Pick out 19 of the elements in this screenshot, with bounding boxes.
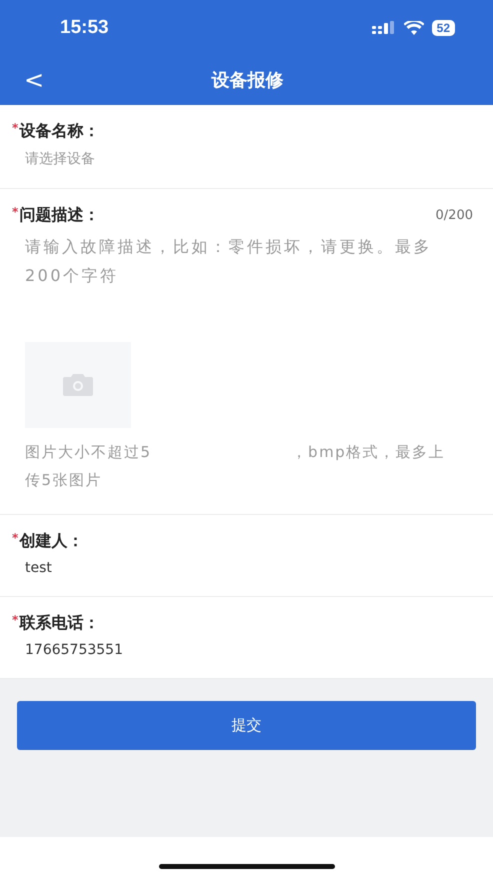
submit-button[interactable]: 提交 bbox=[17, 701, 476, 750]
photo-upload[interactable] bbox=[25, 342, 131, 428]
field-label: *联系电话： bbox=[12, 613, 100, 634]
text-field[interactable]: 17665753551 bbox=[25, 642, 425, 658]
upload-hint: 图片大小不超过5 ，bmp格式，最多上传5张图片 bbox=[25, 442, 446, 491]
status-time: 15:53 bbox=[60, 16, 109, 38]
signal-icon bbox=[372, 21, 396, 34]
page-title: 设备报修 bbox=[212, 69, 284, 92]
field-label: *创建人： bbox=[12, 531, 84, 552]
wifi-icon bbox=[404, 20, 424, 34]
field-label: *问题描述： bbox=[12, 205, 100, 226]
device-select[interactable]: 请选择设备 bbox=[25, 150, 473, 168]
battery-level: 52 bbox=[432, 20, 455, 36]
camera-icon bbox=[63, 374, 93, 396]
text-field[interactable]: test bbox=[25, 560, 425, 576]
description-field[interactable]: 请输入故障描述，比如：零件损坏，请更换。最多200个字符 bbox=[25, 232, 450, 342]
back-button[interactable]: < bbox=[20, 66, 48, 94]
field-label: *设备名称： bbox=[12, 121, 100, 142]
char-counter: 0/200 bbox=[436, 208, 473, 223]
